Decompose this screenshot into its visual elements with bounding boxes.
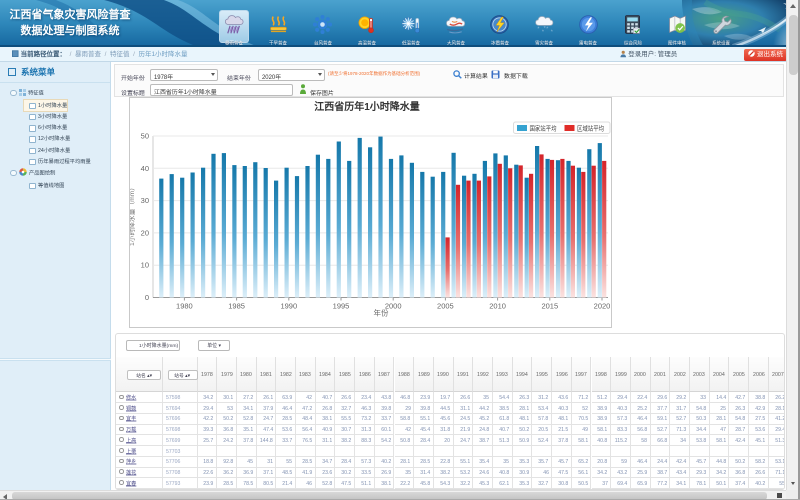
svg-text:国家站平均: 国家站平均 <box>530 124 557 133</box>
svg-text:10: 10 <box>141 261 149 270</box>
svg-text:2005: 2005 <box>437 302 454 311</box>
svg-text:0: 0 <box>145 293 149 302</box>
svg-text:*: * <box>550 29 552 35</box>
svg-text:1990: 1990 <box>280 302 297 311</box>
svg-text:1995: 1995 <box>333 302 350 311</box>
svg-text:区域站平均: 区域站平均 <box>577 124 604 133</box>
svg-text:40: 40 <box>141 164 149 173</box>
svg-text:年份: 年份 <box>374 308 389 318</box>
svg-text:30: 30 <box>141 196 149 205</box>
svg-text:20: 20 <box>141 228 149 237</box>
svg-text:1小时降水量（mm）: 1小时降水量（mm） <box>130 184 136 246</box>
svg-text:50: 50 <box>141 132 149 141</box>
svg-text:1980: 1980 <box>176 302 193 311</box>
svg-text:*: * <box>546 27 548 33</box>
svg-text:2015: 2015 <box>541 302 558 311</box>
svg-text:2020: 2020 <box>594 302 611 311</box>
svg-text:2010: 2010 <box>489 302 506 311</box>
svg-text:*: * <box>543 26 545 32</box>
svg-text:*: * <box>537 27 539 33</box>
svg-text:1985: 1985 <box>228 302 245 311</box>
svg-text:江西省历年1小时降水量: 江西省历年1小时降水量 <box>314 100 420 113</box>
